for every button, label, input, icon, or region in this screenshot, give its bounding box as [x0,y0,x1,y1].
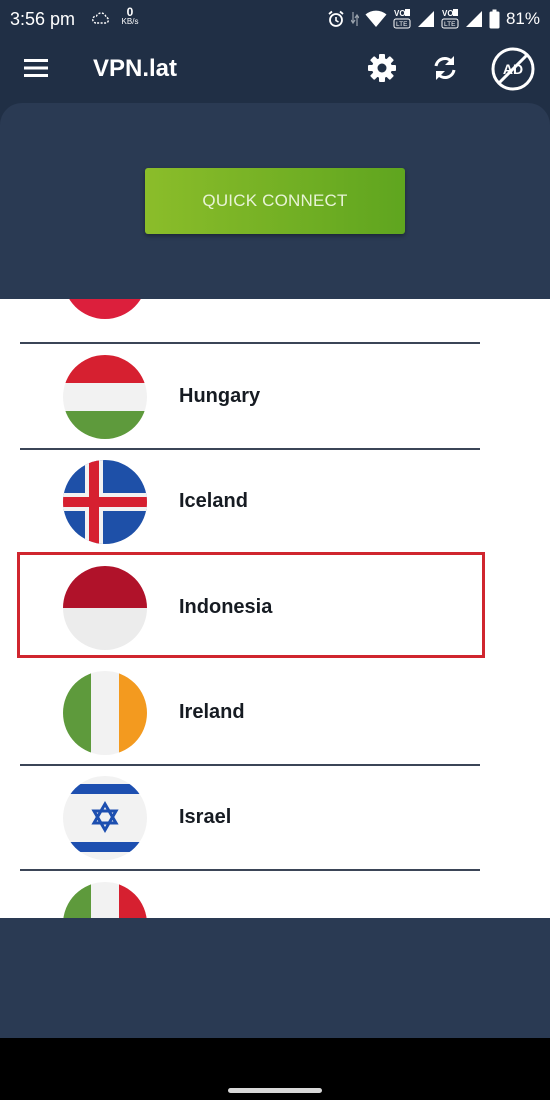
network-speed-value: 0 [126,5,134,19]
list-divider [20,342,480,344]
cloud-sync-icon [92,12,110,24]
volte-sim1-icon: VO LTE [393,9,411,29]
home-gesture-pill[interactable] [228,1088,322,1093]
partial-flag-previous [63,299,147,319]
iceland-flag-icon [63,460,147,544]
list-item-ireland[interactable]: Ireland [0,661,550,765]
hamburger-menu-icon [24,59,48,77]
svg-text:LTE: LTE [396,21,408,28]
list-item-israel[interactable]: Israel [0,766,550,870]
israel-flag-icon [63,776,147,860]
country-name: Ireland [179,701,245,723]
status-icons: VO LTE VO LTE 81% [327,7,540,31]
svg-text:VO: VO [442,9,454,18]
svg-text:VO: VO [394,9,406,18]
data-arrows-icon [350,12,359,26]
country-name: Iceland [179,490,248,512]
ireland-flag-icon [63,671,147,755]
battery-percentage: 81% [505,9,540,28]
battery-icon [489,9,500,29]
wifi-icon [365,10,387,27]
country-name: Hungary [179,385,261,407]
gear-icon [368,54,396,82]
remove-ads-button[interactable]: AD [490,46,536,92]
list-item-iceland[interactable]: Iceland [0,450,550,554]
menu-button[interactable] [22,56,50,80]
alarm-icon [328,10,344,27]
indonesia-flag-icon [63,566,147,650]
list-divider [20,869,480,871]
signal-sim2-icon [465,11,482,27]
partial-flag-next [63,882,147,918]
quick-connect-button[interactable]: QUICK CONNECT [145,168,405,234]
signal-sim1-icon [417,11,434,27]
refresh-button[interactable] [429,52,461,84]
app-title: VPN.lat [93,55,178,82]
svg-text:LTE: LTE [444,21,456,28]
country-name: Israel [179,806,232,828]
list-item-hungary[interactable]: Hungary [0,345,550,449]
country-list[interactable]: Hungary Iceland Indonesia Ireland Israel [0,299,550,918]
navigation-bar [0,1038,550,1100]
hungary-flag-icon [63,355,147,439]
refresh-icon [434,56,456,80]
no-ads-icon: AD [491,47,535,91]
network-speed-unit: KB/s [121,17,139,26]
country-name: Indonesia [179,596,273,618]
network-speed: 0 KB/s [118,5,142,27]
status-time: 3:56 pm [10,9,76,29]
status-bar: 3:56 pm 0 KB/s VO LTE VO LTE 81% [0,0,550,38]
volte-sim2-icon: VO LTE [441,9,459,29]
app-bar: VPN.lat AD [0,38,550,100]
settings-button[interactable] [366,52,398,84]
list-item-indonesia[interactable]: Indonesia [0,556,550,660]
